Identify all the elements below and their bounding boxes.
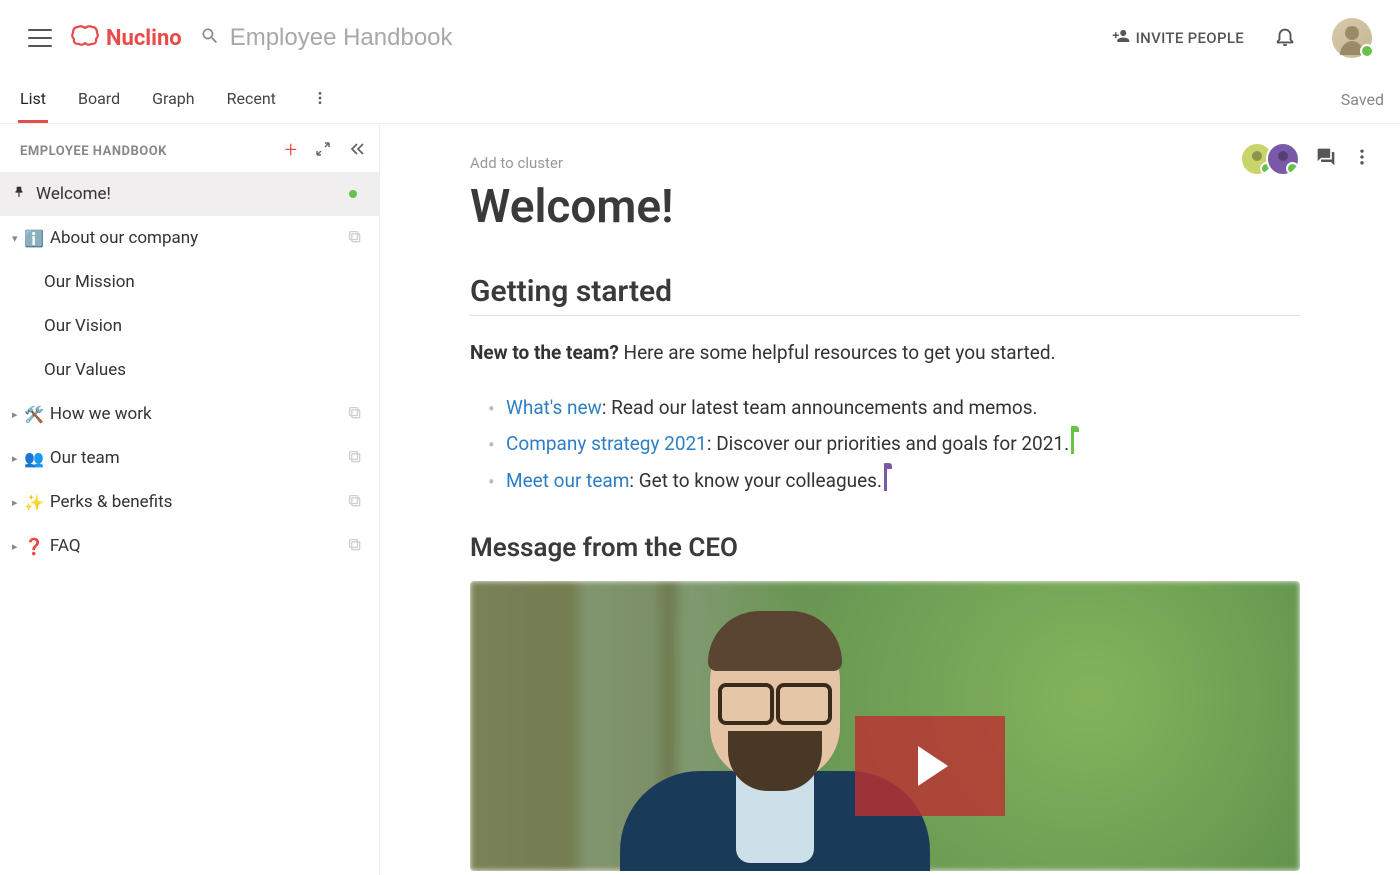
sidebar-item-label: Our Values [44, 360, 361, 380]
sidebar-item-faq[interactable]: ▸ ❓ FAQ [0, 524, 379, 568]
search-input[interactable] [230, 24, 630, 52]
sidebar-item-label: How we work [50, 404, 361, 424]
add-to-cluster[interactable]: Add to cluster [470, 154, 1300, 172]
collapse-sidebar-button[interactable] [349, 141, 365, 161]
user-avatar[interactable] [1332, 18, 1372, 58]
brain-icon [70, 24, 100, 52]
sidebar-item-mission[interactable]: Our Mission [0, 260, 379, 304]
divider [470, 315, 1300, 316]
new-item-button[interactable]: + [285, 140, 297, 162]
sidebar-item-vision[interactable]: Our Vision [0, 304, 379, 348]
resource-list: What's new: Read our latest team announc… [470, 390, 1300, 498]
view-tabs: List Board Graph Recent [18, 76, 334, 123]
notifications-button[interactable] [1274, 25, 1296, 51]
cluster-icon [347, 536, 361, 556]
menu-toggle[interactable] [28, 29, 52, 47]
cluster-icon [347, 404, 361, 424]
info-icon: ℹ️ [24, 229, 44, 248]
comments-button[interactable] [1316, 147, 1336, 171]
sidebar-item-label: Our Vision [44, 316, 361, 336]
invite-label: INVITE PEOPLE [1136, 29, 1244, 47]
chevron-right-icon: ▸ [12, 496, 22, 509]
collaborators [1240, 142, 1300, 176]
chevron-right-icon: ▸ [12, 408, 22, 421]
collab-cursor-purple [884, 469, 887, 491]
section-heading-getting-started[interactable]: Getting started [470, 274, 1300, 309]
intro-rest: Here are some helpful resources to get y… [619, 341, 1056, 364]
chevron-right-icon: ▸ [12, 452, 22, 465]
sidebar-item-label: Perks & benefits [50, 492, 361, 512]
sidebar-item-label: Our team [50, 448, 361, 468]
tab-board[interactable]: Board [76, 76, 122, 123]
sidebar-item-label: About our company [50, 228, 361, 248]
sidebar-title: EMPLOYEE HANDBOOK [20, 144, 167, 159]
page-title[interactable]: Welcome! [470, 180, 1300, 234]
play-button[interactable] [855, 716, 1005, 816]
person-add-icon [1112, 27, 1130, 49]
ceo-video[interactable] [470, 581, 1300, 871]
tab-list[interactable]: List [18, 76, 48, 123]
tabs-more-button[interactable] [306, 90, 334, 110]
section-heading-ceo[interactable]: Message from the CEO [470, 533, 1300, 563]
invite-people-button[interactable]: INVITE PEOPLE [1112, 27, 1244, 49]
sidebar-item-about[interactable]: ▾ ℹ️ About our company [0, 216, 379, 260]
sidebar-item-label: Welcome! [36, 184, 361, 204]
sidebar-item-label: Our Mission [44, 272, 361, 292]
sidebar-item-how-we-work[interactable]: ▸ 🛠️ How we work [0, 392, 379, 436]
intro-paragraph[interactable]: New to the team? Here are some helpful r… [470, 338, 1300, 368]
intro-strong: New to the team? [470, 341, 619, 364]
link-whats-new[interactable]: What's new [506, 396, 602, 419]
search-icon[interactable] [200, 26, 220, 50]
expand-icon[interactable] [315, 141, 331, 161]
doc-more-button[interactable] [1352, 147, 1372, 171]
list-item[interactable]: What's new: Read our latest team announc… [488, 390, 1300, 426]
tools-icon: 🛠️ [24, 405, 44, 424]
sidebar-item-label: FAQ [50, 536, 361, 556]
collaborator-avatar[interactable] [1266, 142, 1300, 176]
sidebar-item-perks[interactable]: ▸ ✨ Perks & benefits [0, 480, 379, 524]
cluster-icon [347, 228, 361, 248]
list-item[interactable]: Meet our team: Get to know your colleagu… [488, 463, 1300, 499]
link-meet-team[interactable]: Meet our team [506, 469, 629, 492]
sidebar-item-our-team[interactable]: ▸ 👥 Our team [0, 436, 379, 480]
collab-cursor-green [1071, 432, 1074, 454]
cluster-icon [347, 448, 361, 468]
sidebar-item-welcome[interactable]: Welcome! [0, 172, 379, 216]
tab-graph[interactable]: Graph [150, 76, 197, 123]
sparkle-icon: ✨ [24, 493, 44, 512]
sidebar-item-values[interactable]: Our Values [0, 348, 379, 392]
tab-recent[interactable]: Recent [225, 76, 278, 123]
chevron-down-icon: ▾ [12, 232, 22, 245]
question-icon: ❓ [24, 537, 44, 556]
brand-logo[interactable]: Nuclino [70, 24, 182, 52]
people-icon: 👥 [24, 449, 44, 468]
chevron-right-icon: ▸ [12, 540, 22, 553]
brand-name: Nuclino [106, 26, 182, 51]
pin-icon [12, 185, 26, 203]
link-company-strategy[interactable]: Company strategy 2021 [506, 432, 707, 455]
cluster-icon [347, 492, 361, 512]
save-status: Saved [1341, 90, 1384, 109]
list-item[interactable]: Company strategy 2021: Discover our prio… [488, 426, 1300, 462]
presence-indicator [349, 190, 357, 198]
